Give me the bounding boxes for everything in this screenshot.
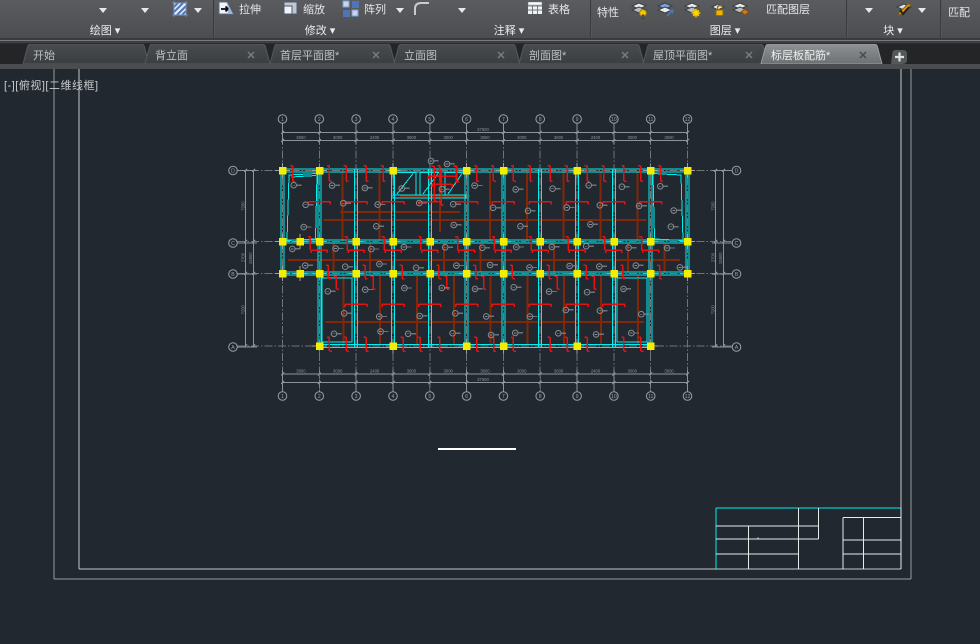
svg-text:7200: 7200: [240, 201, 245, 211]
svg-text:3600: 3600: [480, 135, 490, 140]
svg-text:剖面图*: 剖面图*: [529, 48, 567, 62]
svg-text:3600: 3600: [407, 135, 417, 140]
svg-text:37500: 37500: [477, 377, 489, 382]
svg-text:C: C: [231, 241, 235, 247]
svg-text:A: A: [231, 345, 235, 351]
svg-text:7200: 7200: [710, 201, 715, 211]
svg-text:7200: 7200: [710, 304, 715, 314]
svg-text:1: 1: [281, 394, 284, 400]
svg-text:3600: 3600: [480, 369, 490, 374]
svg-text:3600: 3600: [296, 135, 306, 140]
svg-text:5: 5: [428, 394, 431, 400]
svg-text:7200: 7200: [240, 304, 245, 314]
svg-text:3000: 3000: [444, 135, 454, 140]
svg-text:2: 2: [318, 117, 321, 123]
svg-text:6: 6: [465, 394, 468, 400]
svg-text:12: 12: [685, 117, 691, 123]
svg-text:3: 3: [355, 394, 358, 400]
svg-text:2400: 2400: [591, 369, 601, 374]
svg-text:B: B: [231, 272, 235, 278]
svg-text:D: D: [231, 169, 235, 175]
svg-text:3000: 3000: [444, 369, 454, 374]
svg-text:屋顶平面图*: 屋顶平面图*: [653, 49, 713, 62]
svg-text:3000: 3000: [517, 369, 527, 374]
svg-text:立面图: 立面图: [404, 48, 437, 62]
svg-text:D: D: [735, 169, 739, 175]
svg-text:2400: 2400: [370, 369, 380, 374]
svg-text:11: 11: [648, 117, 653, 123]
svg-text:首层平面图*: 首层平面图*: [280, 48, 340, 62]
svg-text:11: 11: [648, 394, 653, 400]
svg-text:2: 2: [318, 394, 321, 400]
svg-text:3000: 3000: [628, 369, 638, 374]
svg-text:3600: 3600: [407, 369, 417, 374]
svg-text:12: 12: [685, 394, 691, 400]
svg-text:标层板配筋*: 标层板配筋*: [771, 48, 831, 62]
svg-text:8: 8: [539, 117, 542, 123]
svg-text:背立面: 背立面: [155, 48, 188, 62]
svg-text:3: 3: [355, 117, 358, 123]
svg-text:3000: 3000: [628, 135, 638, 140]
svg-text:9: 9: [576, 394, 579, 400]
svg-text:B: B: [735, 272, 739, 278]
svg-text:15900: 15900: [718, 252, 723, 264]
svg-text:6: 6: [465, 117, 468, 123]
svg-text:8: 8: [539, 394, 542, 400]
svg-text:3600: 3600: [664, 135, 674, 140]
svg-text:1: 1: [281, 117, 284, 123]
svg-text:3000: 3000: [333, 135, 343, 140]
svg-text:3600: 3600: [664, 369, 674, 374]
svg-text:4: 4: [392, 117, 395, 123]
svg-text:2400: 2400: [591, 135, 601, 140]
svg-text:3600: 3600: [554, 369, 564, 374]
svg-text:15900: 15900: [248, 252, 253, 264]
svg-text:3600: 3600: [296, 369, 306, 374]
svg-text:4: 4: [392, 394, 395, 400]
svg-text:10: 10: [611, 394, 617, 400]
svg-text:2700: 2700: [710, 252, 715, 262]
svg-text:37500: 37500: [477, 127, 489, 132]
svg-text:2400: 2400: [370, 135, 380, 140]
svg-text:A: A: [735, 345, 739, 351]
svg-text:9: 9: [576, 117, 579, 123]
svg-text:2700: 2700: [240, 252, 245, 262]
svg-text:C: C: [735, 241, 739, 247]
svg-text:3000: 3000: [333, 369, 343, 374]
svg-text:3000: 3000: [517, 135, 527, 140]
svg-text:10: 10: [611, 117, 617, 123]
svg-text:5: 5: [428, 117, 431, 123]
svg-text:3600: 3600: [554, 135, 564, 140]
svg-text:7: 7: [502, 117, 505, 123]
svg-text:7: 7: [502, 394, 505, 400]
svg-text:开始: 开始: [33, 48, 55, 62]
